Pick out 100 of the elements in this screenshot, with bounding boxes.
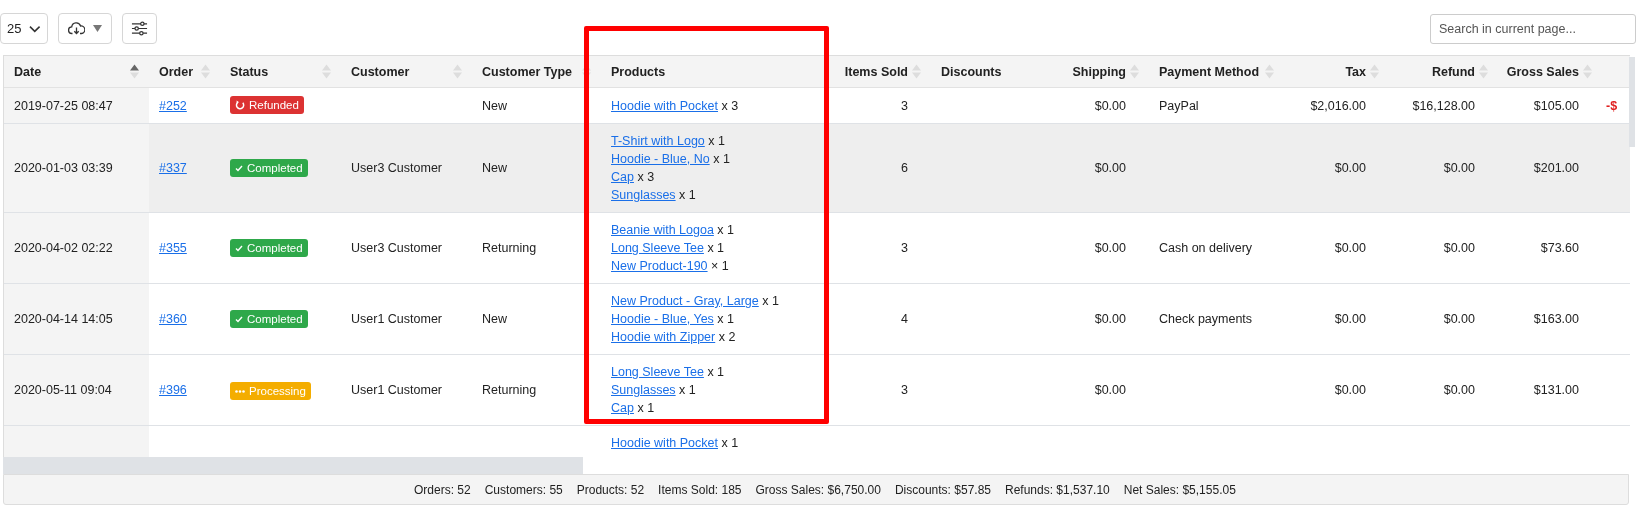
tax-cell: $0.00: [1334, 383, 1366, 397]
shipping-cell: $0.00: [1094, 312, 1126, 326]
summary-stat: Orders: 52: [414, 482, 471, 497]
quantity-text: x 1: [708, 134, 725, 148]
customer-type-cell: New: [482, 161, 507, 175]
payment-method-cell: Check payments: [1159, 312, 1253, 326]
product-link[interactable]: Hoodie - Blue, No: [611, 152, 710, 166]
customer-cell: User1 Customer: [351, 312, 442, 326]
customer-type-cell: New: [482, 312, 507, 326]
customer-cell: User1 Customer: [351, 383, 442, 397]
status-header[interactable]: Status: [230, 64, 269, 79]
shipping-cell: $0.00: [1094, 161, 1126, 175]
product-link[interactable]: Hoodie with Zipper: [611, 330, 716, 344]
shipping-cell: $0.00: [1094, 98, 1126, 113]
quantity-text: x 3: [721, 98, 739, 113]
shipping-cell: $0.00: [1094, 383, 1126, 397]
date-cell: 2019-07-25 08:47: [14, 98, 113, 113]
product-link[interactable]: Hoodie - Blue, Yes: [611, 312, 714, 326]
status-badge: Processing: [230, 382, 311, 401]
quantity-text: x 1: [717, 312, 735, 326]
horizontal-scrollbar[interactable]: [3, 457, 583, 474]
date-cell: 2020-01-03 03:39: [14, 161, 113, 175]
date-header[interactable]: Date: [14, 64, 42, 79]
product-link[interactable]: Hoodie with Pocket: [611, 98, 718, 113]
product-link[interactable]: Sunglasses: [611, 383, 676, 397]
summary-stat: Products: 52: [576, 482, 645, 497]
summary-stat: Gross Sales: $6,750.00: [755, 482, 881, 497]
quantity-text: x 1: [679, 383, 696, 397]
shipping-cell: $0.00: [1094, 241, 1126, 255]
search-field[interactable]: Search in current page...: [1430, 13, 1636, 44]
product-link[interactable]: Hoodie with Pocket: [611, 436, 718, 450]
product-link[interactable]: Long Sleeve Tee: [611, 365, 704, 379]
gross-sales-cell: $201.00: [1533, 161, 1579, 175]
quantity-text: × 1: [711, 259, 729, 273]
customer-cell: User3 Customer: [351, 241, 442, 255]
download-button[interactable]: [58, 13, 112, 44]
product-link[interactable]: Cap: [611, 170, 634, 184]
refund-cell: $0.00: [1443, 161, 1475, 175]
tax-cell: $2,016.00: [1310, 98, 1366, 113]
check-icon: [235, 164, 243, 172]
net-sales-cell: -$: [1606, 98, 1618, 113]
payment-method-cell: PayPal: [1159, 98, 1199, 113]
items-sold-cell: 3: [901, 241, 908, 255]
summary-stat: Discounts: $57.85: [894, 482, 991, 497]
product-link[interactable]: T-Shirt with Logo: [611, 134, 705, 148]
gross-sales-cell: $105.00: [1533, 98, 1579, 113]
order-link[interactable]: #355: [159, 241, 187, 255]
vertical-scrollbar[interactable]: [1629, 57, 1635, 147]
quantity-text: x 1: [762, 294, 779, 308]
tax-cell: $0.00: [1334, 312, 1366, 326]
order-link[interactable]: #396: [159, 383, 187, 397]
products-header[interactable]: Products: [611, 64, 666, 79]
customer-cell: User3 Customer: [351, 161, 442, 175]
product-link[interactable]: Cap: [611, 401, 634, 415]
gross-sales-cell: $131.00: [1533, 383, 1579, 397]
quantity-text: x 1: [637, 401, 655, 415]
quantity-text: x 1: [679, 188, 696, 202]
gross-sales-cell: $73.60: [1540, 241, 1579, 255]
quantity-text: x 2: [718, 330, 736, 344]
product-link[interactable]: Beanie with Logoa: [611, 223, 714, 237]
refund-cell: $16,128.00: [1412, 98, 1475, 113]
check-icon: [235, 315, 243, 323]
status-badge: Completed: [230, 159, 308, 178]
gross-sales-cell: $163.00: [1533, 312, 1579, 326]
quantity-text: x 1: [713, 152, 730, 166]
refund-cell: $0.00: [1443, 312, 1475, 326]
quantity-text: x 3: [637, 170, 655, 184]
date-cell: 2020-04-02 02:22: [14, 241, 113, 255]
status-badge: Completed: [230, 239, 308, 258]
items-sold-cell: 4: [901, 312, 908, 326]
tax-cell: $0.00: [1334, 161, 1366, 175]
product-link[interactable]: New Product-190: [611, 259, 708, 273]
date-cell: 2020-04-14 14:05: [14, 312, 113, 326]
check-icon: [235, 244, 243, 252]
order-link[interactable]: #252: [159, 98, 187, 113]
status-badge: Refunded: [230, 96, 304, 114]
cloud-download-icon: [68, 22, 85, 35]
order-link[interactable]: #337: [159, 161, 187, 175]
items-sold-cell: 6: [901, 161, 908, 175]
quantity-text: x 1: [717, 223, 735, 237]
page-size-select[interactable]: 25: [0, 13, 48, 44]
order-link[interactable]: #360: [159, 312, 187, 326]
product-link[interactable]: Sunglasses: [611, 188, 676, 202]
caret-down-icon: [93, 25, 102, 32]
refund-header[interactable]: Refund: [1431, 64, 1475, 79]
tax-cell: $0.00: [1334, 241, 1366, 255]
dots-icon: [235, 389, 245, 393]
summary-stat: Refunds: $1,537.10: [1005, 482, 1110, 497]
customer-type-cell: Returning: [482, 383, 537, 397]
product-link[interactable]: Long Sleeve Tee: [611, 241, 704, 255]
refund-cell: $0.00: [1443, 383, 1475, 397]
items-sold-cell: 3: [901, 98, 908, 113]
chevron-down-icon: [29, 24, 41, 33]
product-link[interactable]: New Product - Gray, Large: [611, 294, 759, 308]
quantity-text: x 1: [721, 436, 739, 450]
summary-stat: Items Sold: 185: [658, 482, 742, 497]
quantity-text: x 1: [707, 241, 725, 255]
tax-header[interactable]: Tax: [1345, 64, 1366, 79]
sort-icon[interactable]: [130, 64, 139, 79]
column-settings-button[interactable]: [122, 13, 157, 44]
